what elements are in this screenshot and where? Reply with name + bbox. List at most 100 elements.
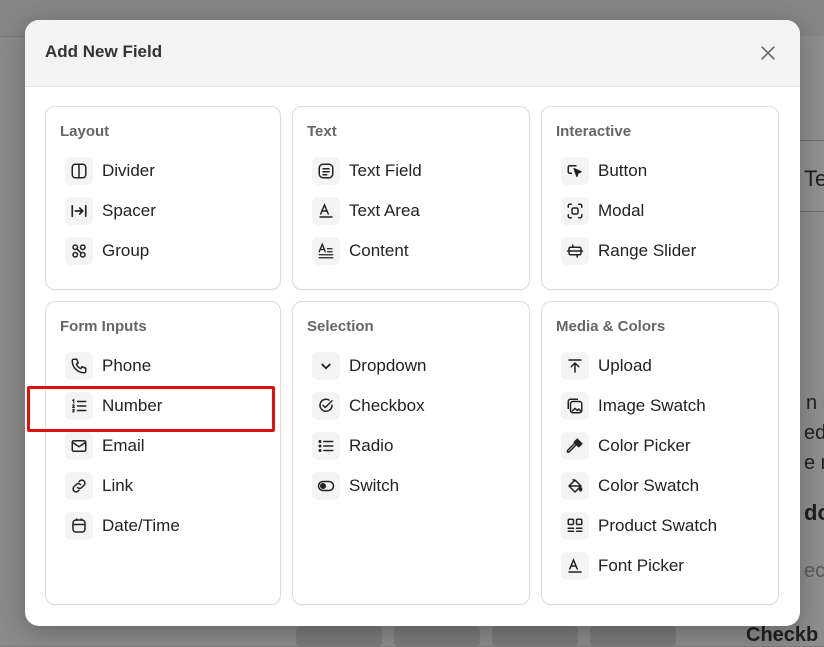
dialog-title: Add New Field [45, 42, 163, 61]
background-pill [296, 626, 382, 646]
calendar-icon [65, 512, 93, 540]
field-option-label: Date/Time [102, 516, 180, 535]
toggle-icon [312, 472, 340, 500]
field-option-label: Radio [349, 436, 394, 455]
field-option-label: Phone [102, 356, 152, 375]
background-text: n ip [806, 392, 824, 414]
group-title: Selection [307, 318, 374, 335]
field-option-label: Font Picker [598, 556, 684, 575]
group-title: Media & Colors [556, 318, 666, 335]
field-option-label: Link [102, 476, 134, 495]
field-option-label: Upload [598, 356, 652, 375]
paint-bucket-icon [561, 472, 589, 500]
button-cursor-icon [561, 157, 589, 185]
image-swatch-icon [561, 392, 589, 420]
field-option-label: Switch [349, 476, 400, 495]
background-text: Te [804, 166, 824, 191]
field-option-label: Spacer [102, 201, 156, 220]
field-option-button[interactable]: Button [556, 151, 764, 191]
group-icon [65, 237, 93, 265]
field-option-radio[interactable]: Radio [307, 426, 515, 466]
field-groups-grid: Layout Divider Spacer Group Text Text Fi… [45, 106, 779, 606]
phone-icon [65, 352, 93, 380]
upload-icon [561, 352, 589, 380]
range-slider-icon [561, 237, 589, 265]
field-option-text-field[interactable]: Text Field [307, 151, 515, 191]
field-option-divider[interactable]: Divider [60, 151, 266, 191]
numbered-list-icon [65, 392, 93, 420]
field-option-product-swatch[interactable]: Product Swatch [556, 506, 764, 546]
field-option-label: Range Slider [598, 241, 697, 260]
dialog-header: Add New Field [25, 20, 800, 87]
text-area-icon [312, 197, 340, 225]
field-option-label: Button [598, 161, 648, 180]
field-option-text-area[interactable]: Text Area [307, 191, 515, 231]
group-selection: Selection Dropdown Checkbox Radio Switch [292, 301, 530, 605]
field-option-email[interactable]: Email [60, 426, 266, 466]
group-form-inputs: Form Inputs Phone Number Email Link Date… [45, 301, 281, 605]
group-media-colors: Media & Colors Upload Image Swatch Color… [541, 301, 779, 605]
eyedropper-icon [561, 432, 589, 460]
field-option-label: Modal [598, 201, 645, 220]
group-title: Text [307, 123, 337, 140]
field-option-upload[interactable]: Upload [556, 346, 764, 386]
background-text: Checkb [746, 624, 819, 646]
field-option-label: Product Swatch [598, 516, 718, 535]
field-option-dropdown[interactable]: Dropdown [307, 346, 515, 386]
field-option-number[interactable]: Number [60, 386, 266, 426]
field-option-checkbox[interactable]: Checkbox [307, 386, 515, 426]
field-option-modal[interactable]: Modal [556, 191, 764, 231]
text-field-icon [312, 157, 340, 185]
field-option-label: Number [102, 396, 163, 415]
modal-icon [561, 197, 589, 225]
group-title: Form Inputs [60, 318, 147, 335]
list-icon [312, 432, 340, 460]
close-button[interactable] [756, 41, 780, 65]
field-option-label: Content [349, 241, 409, 260]
group-title: Layout [60, 123, 110, 140]
group-layout: Layout Divider Spacer Group [45, 106, 281, 290]
field-option-label: Group [102, 241, 150, 260]
field-option-label: Text Area [349, 201, 420, 220]
field-option-label: Dropdown [349, 356, 427, 375]
field-option-range-slider[interactable]: Range Slider [556, 231, 764, 271]
link-icon [65, 472, 93, 500]
group-title: Interactive [556, 123, 632, 140]
field-option-switch[interactable]: Switch [307, 466, 515, 506]
field-option-date-time[interactable]: Date/Time [60, 506, 266, 546]
close-icon [761, 46, 775, 60]
background-panel [800, 36, 824, 646]
field-option-label: Text Field [349, 161, 422, 180]
field-option-label: Color Picker [598, 436, 691, 455]
content-icon [312, 237, 340, 265]
divider-icon [65, 157, 93, 185]
field-option-image-swatch[interactable]: Image Swatch [556, 386, 764, 426]
field-option-label: Email [102, 436, 145, 455]
background-pill [394, 626, 480, 646]
field-option-color-picker[interactable]: Color Picker [556, 426, 764, 466]
background-text: ect [804, 560, 824, 582]
field-option-spacer[interactable]: Spacer [60, 191, 266, 231]
background-pill [492, 626, 578, 646]
spacer-icon [65, 197, 93, 225]
background-text: ed [804, 422, 824, 444]
field-option-link[interactable]: Link [60, 466, 266, 506]
chevron-down-icon [312, 352, 340, 380]
product-swatch-icon [561, 512, 589, 540]
background-text: do [804, 500, 824, 525]
field-option-font-picker[interactable]: Font Picker [556, 546, 764, 586]
field-option-label: Divider [102, 161, 155, 180]
field-option-group[interactable]: Group [60, 231, 266, 271]
group-text: Text Text Field Text Area Content [292, 106, 530, 290]
email-icon [65, 432, 93, 460]
field-option-label: Checkbox [349, 396, 425, 415]
field-option-phone[interactable]: Phone [60, 346, 266, 386]
field-option-color-swatch[interactable]: Color Swatch [556, 466, 764, 506]
add-field-dialog: Add New Field Layout Divider Spacer Grou… [25, 20, 800, 626]
field-option-label: Image Swatch [598, 396, 706, 415]
group-interactive: Interactive Button Modal Range Slider [541, 106, 779, 290]
field-option-content[interactable]: Content [307, 231, 515, 271]
check-circle-icon [312, 392, 340, 420]
background-text: e m [804, 452, 824, 474]
font-icon [561, 552, 589, 580]
